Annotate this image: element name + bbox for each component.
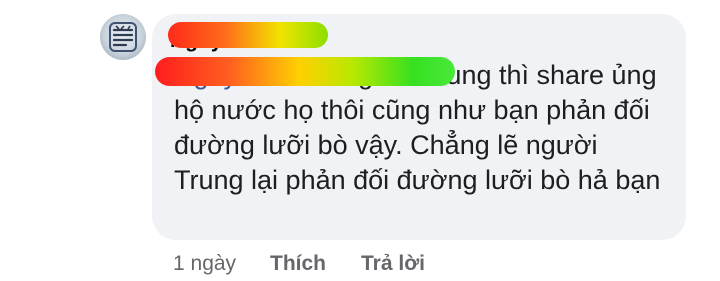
reply-button[interactable]: Trả lời [361, 250, 425, 278]
comment: Nguyễn Nguyễn Thảo người Trung thì share… [0, 0, 720, 281]
comment-timestamp[interactable]: 1 ngày [173, 250, 236, 278]
like-button[interactable]: Thích [270, 250, 326, 278]
avatar-image [109, 22, 137, 52]
comment-text: Nguyễn Thảo người Trung thì share ủng hộ… [174, 58, 674, 198]
comment-bubble: Nguyễn Nguyễn Thảo người Trung thì share… [152, 14, 686, 240]
mention-link[interactable]: Nguyễn Thảo [174, 60, 336, 90]
comment-author[interactable]: Nguyễn [170, 28, 320, 54]
avatar[interactable] [100, 14, 146, 60]
